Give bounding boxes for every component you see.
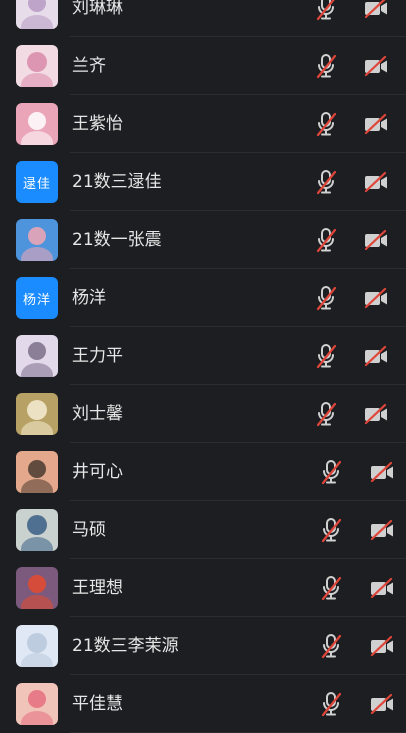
mic-muted-icon[interactable] (316, 631, 346, 661)
avatar (16, 0, 58, 29)
participant-row[interactable]: 21数三李茉源 (0, 617, 406, 675)
camera-off-icon[interactable] (361, 0, 391, 23)
participant-row[interactable]: 平佳慧 (0, 675, 406, 733)
avatar: 杨洋 (16, 277, 58, 319)
participant-row[interactable]: 井可心 (0, 443, 406, 501)
participant-row[interactable]: 杨洋 杨洋 (0, 269, 406, 327)
avatar (16, 509, 58, 551)
mic-muted-icon[interactable] (311, 399, 341, 429)
mic-muted-icon[interactable] (311, 51, 341, 81)
participant-name: 井可心 (72, 462, 123, 482)
avatar (16, 683, 58, 725)
avatar (16, 335, 58, 377)
avatar (16, 219, 58, 261)
camera-off-icon[interactable] (367, 515, 397, 545)
mic-muted-icon[interactable] (311, 283, 341, 313)
participant-row[interactable]: 王力平 (0, 327, 406, 385)
avatar (16, 625, 58, 667)
participant-row[interactable]: 刘琳琳 (0, 0, 406, 37)
participant-row[interactable]: 马硕 (0, 501, 406, 559)
participant-row[interactable]: 逯佳 21数三逯佳 (0, 153, 406, 211)
participant-name: 王紫怡 (72, 114, 123, 134)
avatar (16, 103, 58, 145)
participant-row[interactable]: 刘士馨 (0, 385, 406, 443)
camera-off-icon[interactable] (361, 225, 391, 255)
participant-name: 刘士馨 (72, 404, 123, 424)
mic-muted-icon[interactable] (311, 341, 341, 371)
mic-muted-icon[interactable] (311, 167, 341, 197)
camera-off-icon[interactable] (361, 341, 391, 371)
mic-muted-icon[interactable] (311, 0, 341, 23)
camera-off-icon[interactable] (367, 689, 397, 719)
participant-name: 刘琳琳 (72, 0, 123, 18)
participant-row[interactable]: 21数一张震 (0, 211, 406, 269)
camera-off-icon[interactable] (367, 573, 397, 603)
mic-muted-icon[interactable] (311, 225, 341, 255)
participant-name: 马硕 (72, 520, 106, 540)
avatar (16, 567, 58, 609)
mic-muted-icon[interactable] (316, 689, 346, 719)
participant-row[interactable]: 兰齐 (0, 37, 406, 95)
camera-off-icon[interactable] (361, 399, 391, 429)
camera-off-icon[interactable] (367, 457, 397, 487)
participant-name: 21数三李茉源 (72, 636, 179, 656)
camera-off-icon[interactable] (361, 167, 391, 197)
participant-name: 王力平 (72, 346, 123, 366)
participant-name: 兰齐 (72, 56, 106, 76)
avatar (16, 45, 58, 87)
avatar: 逯佳 (16, 161, 58, 203)
participant-name: 21数三逯佳 (72, 172, 162, 192)
avatar (16, 451, 58, 493)
mic-muted-icon[interactable] (311, 109, 341, 139)
camera-off-icon[interactable] (367, 631, 397, 661)
participant-row[interactable]: 王紫怡 (0, 95, 406, 153)
avatar (16, 393, 58, 435)
camera-off-icon[interactable] (361, 109, 391, 139)
participant-name: 平佳慧 (72, 694, 123, 714)
mic-muted-icon[interactable] (316, 573, 346, 603)
participant-name: 王理想 (72, 578, 123, 598)
mic-muted-icon[interactable] (316, 515, 346, 545)
participant-name: 杨洋 (72, 288, 106, 308)
mic-muted-icon[interactable] (316, 457, 346, 487)
camera-off-icon[interactable] (361, 51, 391, 81)
camera-off-icon[interactable] (361, 283, 391, 313)
participant-name: 21数一张震 (72, 230, 162, 250)
participant-row[interactable]: 王理想 (0, 559, 406, 617)
